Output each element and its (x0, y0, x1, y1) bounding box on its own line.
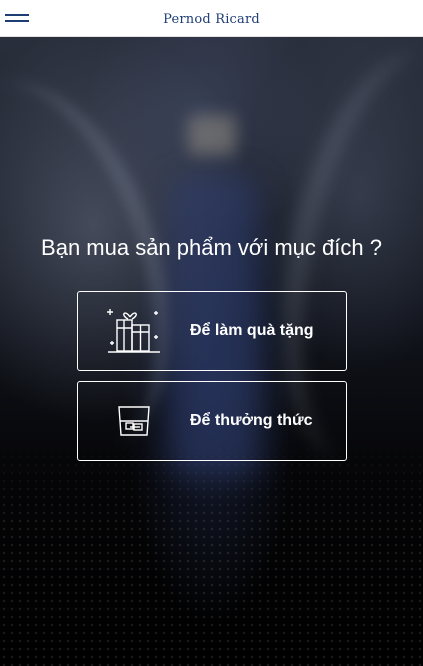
hero-section: Bạn mua sản phẩm với mục đích ? Để làm q… (0, 37, 423, 666)
glass-icon (78, 381, 190, 461)
blurred-bottle-cap (188, 115, 236, 155)
purpose-question: Bạn mua sản phẩm với mục đích ? (41, 235, 382, 260)
enjoy-option-label: Để thưởng thức (190, 412, 313, 429)
gift-boxes-icon (78, 291, 190, 371)
gift-option-label: Để làm quà tặng (190, 322, 314, 339)
enjoy-option-button[interactable]: Để thưởng thức (77, 381, 347, 461)
gift-option-button[interactable]: Để làm quà tặng (77, 291, 347, 371)
diamond-pattern (0, 437, 423, 666)
brand-logo[interactable]: Pernod Ricard (0, 12, 423, 27)
top-header: Pernod Ricard (0, 0, 423, 37)
